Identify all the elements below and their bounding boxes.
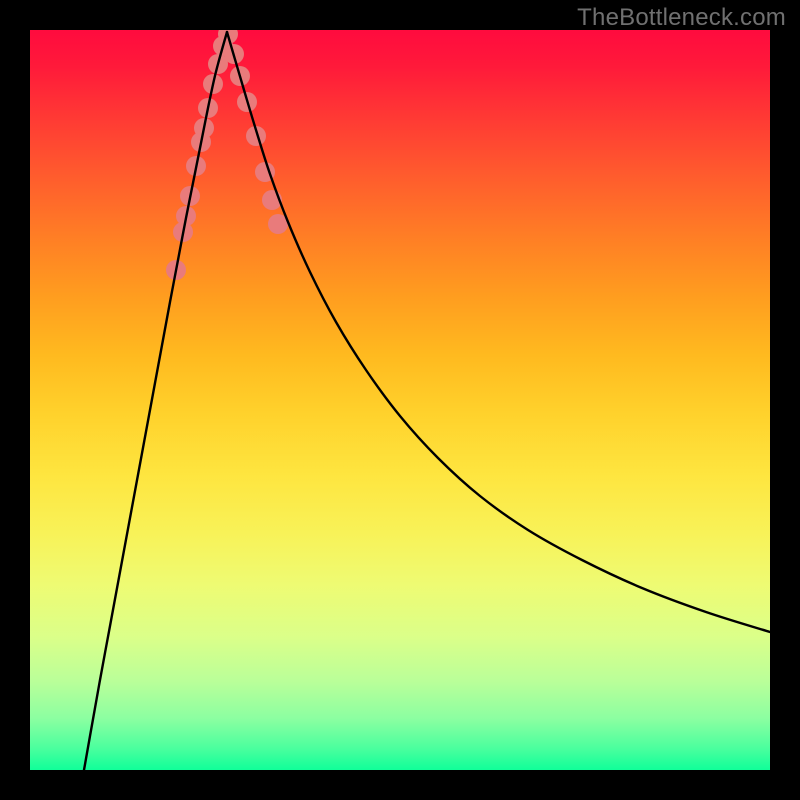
watermark-text: TheBottleneck.com bbox=[577, 4, 786, 32]
plot-area bbox=[30, 30, 770, 770]
marker-layer bbox=[166, 30, 288, 280]
curve-right-curve bbox=[227, 32, 770, 632]
outer-frame: TheBottleneck.com bbox=[0, 0, 800, 800]
curve-layer bbox=[84, 32, 770, 770]
chart-svg bbox=[30, 30, 770, 770]
